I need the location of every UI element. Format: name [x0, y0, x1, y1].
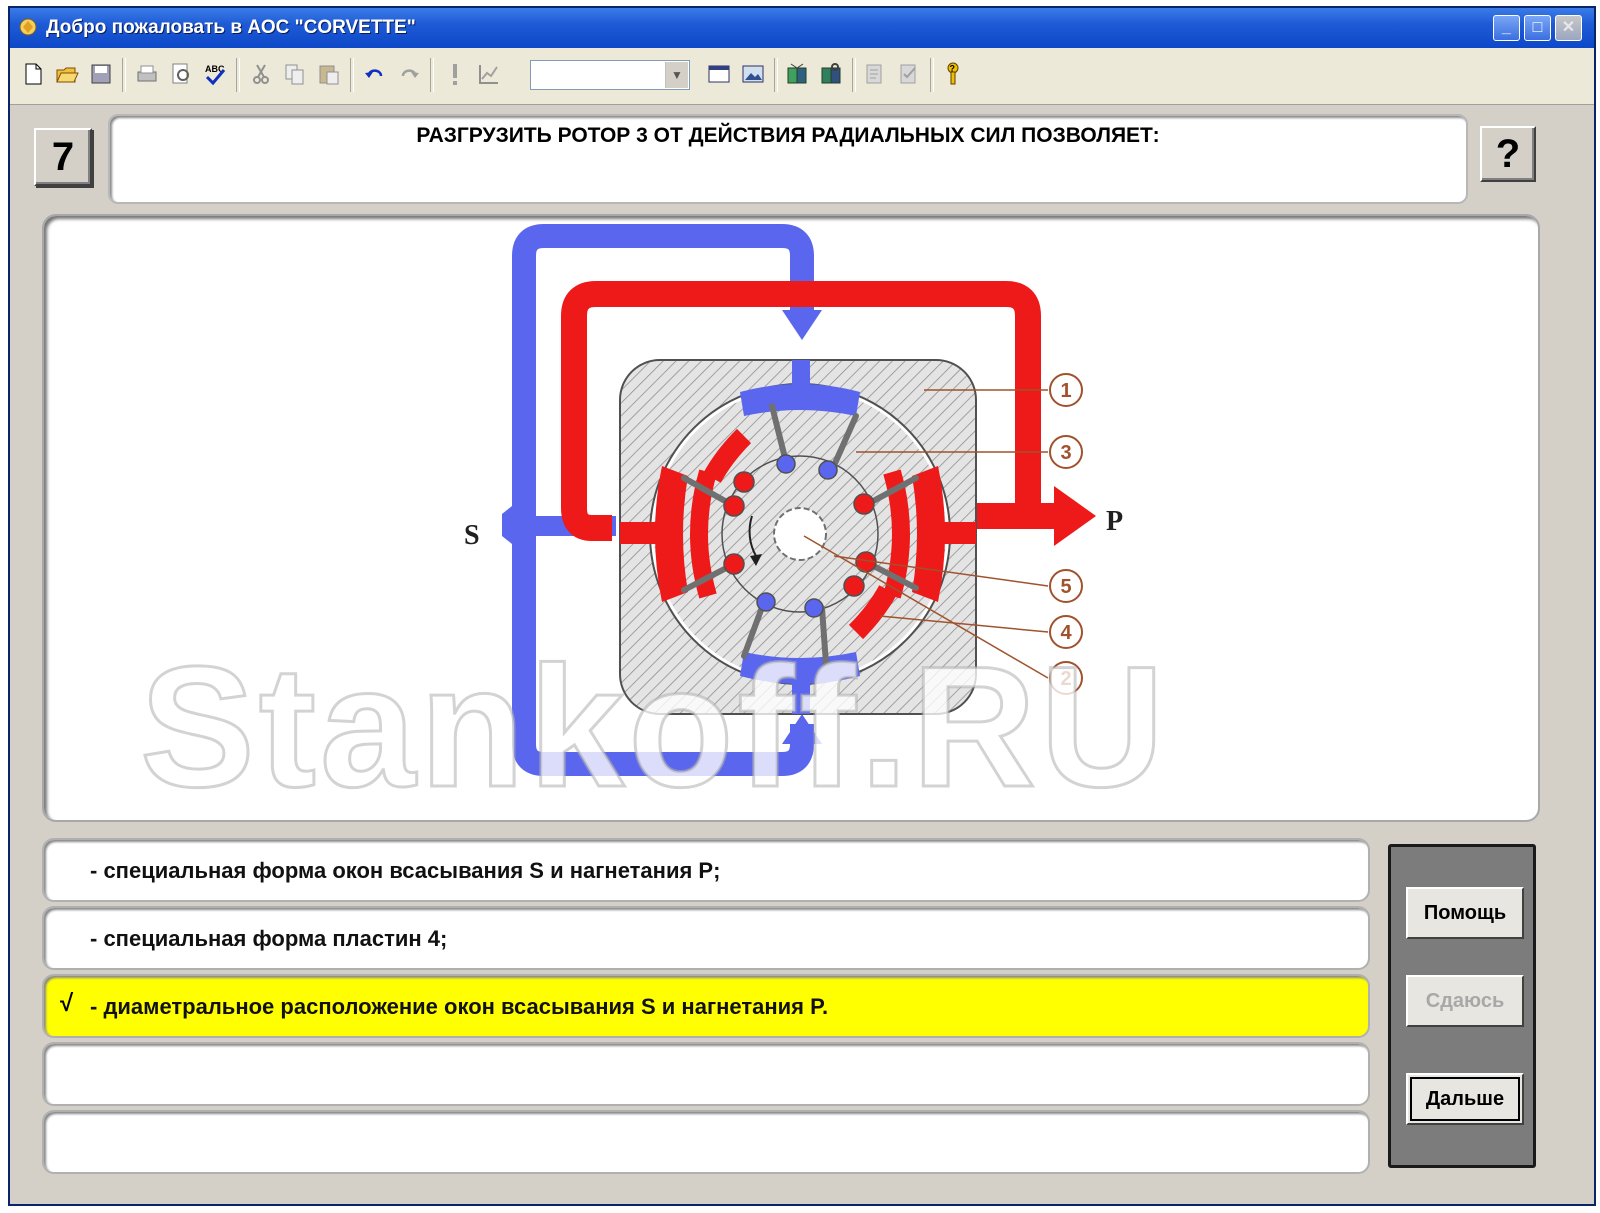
give-up-button[interactable]: Сдаюсь	[1406, 975, 1524, 1027]
shaft	[773, 507, 827, 561]
undo-icon[interactable]	[360, 58, 390, 90]
pressure-port-right	[964, 503, 1064, 529]
new-icon[interactable]	[18, 58, 48, 90]
answer-option-4[interactable]	[42, 1042, 1370, 1106]
callout-1: 1	[1049, 373, 1083, 407]
book-open-icon[interactable]	[782, 58, 812, 90]
copy-icon[interactable]	[280, 58, 310, 90]
save-icon[interactable]	[86, 58, 116, 90]
toolbar-combo[interactable]: ▼	[530, 60, 690, 90]
answer-3-mark: √	[60, 990, 74, 1017]
pressure-arrow-icon	[1054, 486, 1096, 546]
callout-3-label: 3	[1060, 442, 1071, 464]
close-button[interactable]: ✕	[1555, 15, 1582, 41]
spellcheck-icon[interactable]: ABC	[200, 58, 230, 90]
callout-3: 3	[1049, 435, 1083, 469]
callout-4: 4	[1049, 615, 1083, 649]
answer-option-1[interactable]: - специальная форма окон всасывания S и …	[42, 838, 1370, 902]
question-text: РАЗГРУЗИТЬ РОТОР 3 ОТ ДЕЙСТВИЯ РАДИАЛЬНЫ…	[108, 114, 1468, 204]
help-button[interactable]: Помощь	[1406, 887, 1524, 939]
svg-text:?: ?	[950, 64, 956, 74]
callout-5: 5	[1049, 569, 1083, 603]
cut-icon[interactable]	[246, 58, 276, 90]
next-button[interactable]: Дальше	[1406, 1073, 1524, 1125]
window-title: Добро пожаловать в АОС "CORVETTE"	[46, 17, 416, 38]
suction-s-bump	[502, 498, 522, 552]
app-window: Добро пожаловать в АОС "CORVETTE" _ □ ✕ …	[8, 6, 1596, 1206]
image-icon[interactable]	[738, 58, 768, 90]
vane-pump-diagram: 1 3 5 4 2 S P	[464, 224, 1123, 776]
minimize-button[interactable]: _	[1493, 15, 1520, 41]
answer-option-2[interactable]: - специальная форма пластин 4;	[42, 906, 1370, 970]
action-panel: Помощь Сдаюсь Дальше	[1388, 844, 1536, 1168]
window-icon[interactable]	[704, 58, 734, 90]
answer-1-text: - специальная форма окон всасывания S и …	[90, 858, 721, 883]
suction-arrow-up-icon	[782, 714, 822, 744]
answer-option-5[interactable]	[42, 1110, 1370, 1174]
chart-icon[interactable]	[474, 58, 504, 90]
checklist-icon[interactable]	[894, 58, 924, 90]
question-illustration: 1 3 5 4 2 S P	[42, 214, 1540, 822]
callout-2-label: 2	[1060, 668, 1071, 690]
title-bar[interactable]: Добро пожаловать в АОС "CORVETTE" _ □ ✕	[10, 8, 1594, 48]
notes-icon[interactable]	[860, 58, 890, 90]
label-s: S	[464, 520, 480, 551]
maximize-button[interactable]: □	[1524, 15, 1551, 41]
redo-icon[interactable]	[394, 58, 424, 90]
book-search-icon[interactable]	[816, 58, 846, 90]
answer-3-text: - диаметральное расположение окон всасыв…	[90, 994, 829, 1019]
paste-icon[interactable]	[314, 58, 344, 90]
callout-2: 2	[1049, 661, 1083, 695]
exclamation-icon[interactable]	[440, 58, 470, 90]
test-area: 7 РАЗГРУЗИТЬ РОТОР 3 ОТ ДЕЙСТВИЯ РАДИАЛЬ…	[10, 106, 1594, 1204]
print-icon[interactable]	[132, 58, 162, 90]
callout-1-label: 1	[1060, 380, 1071, 402]
callout-4-label: 4	[1060, 622, 1072, 644]
callout-5-label: 5	[1060, 576, 1071, 598]
print-preview-icon[interactable]	[166, 58, 196, 90]
answer-2-text: - специальная форма пластин 4;	[90, 926, 448, 951]
suction-arrow-down-icon	[782, 310, 822, 340]
app-icon	[19, 18, 37, 36]
chevron-down-icon[interactable]: ▼	[665, 62, 688, 88]
help-key-icon[interactable]: ?	[938, 58, 968, 90]
toolbar: ABC ▼ ?	[10, 48, 1594, 105]
question-help-button[interactable]: ?	[1480, 126, 1536, 182]
label-p: P	[1106, 506, 1123, 537]
question-number: 7	[34, 128, 92, 186]
answer-option-3[interactable]: √ - диаметральное расположение окон всас…	[42, 974, 1370, 1038]
open-icon[interactable]	[52, 58, 82, 90]
